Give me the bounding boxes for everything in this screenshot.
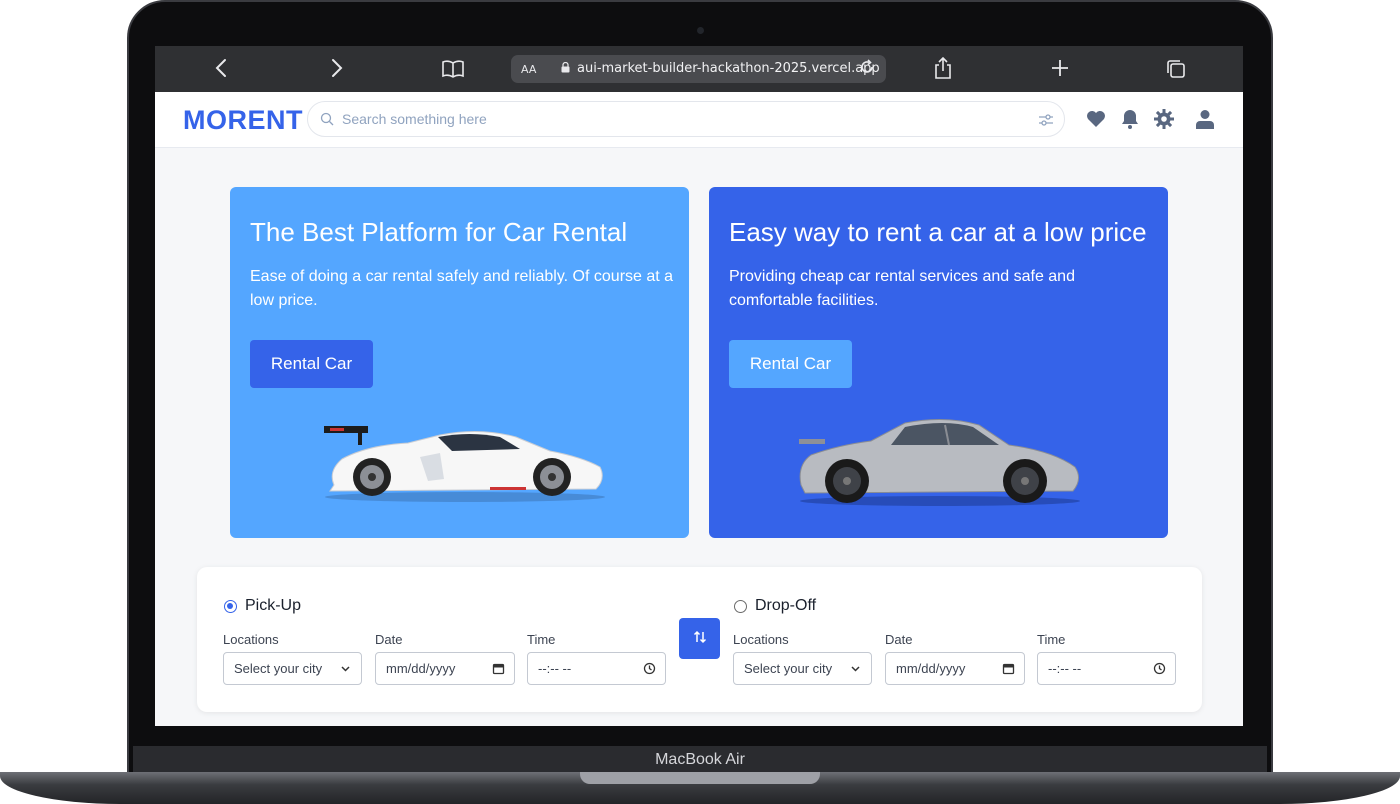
logo[interactable]: MORENT [183, 105, 303, 136]
dropoff-time-input[interactable]: --:-- -- [1037, 652, 1176, 685]
dropoff-radio-row[interactable]: Drop-Off [734, 597, 816, 615]
laptop-base-notch [580, 772, 820, 784]
pickup-radio[interactable] [224, 599, 237, 613]
dropoff-location-value: Select your city [744, 661, 833, 676]
heart-icon[interactable] [1085, 108, 1107, 130]
hero-title: Easy way to rent a car at a low price [729, 217, 1147, 247]
address-bar[interactable]: AA aui-market-builder-hackathon-2025.ver… [511, 55, 886, 83]
clock-icon [1153, 662, 1166, 675]
tabs-overview-icon[interactable] [1166, 59, 1186, 82]
lock-icon [561, 62, 570, 73]
camera [697, 27, 704, 34]
silver-sports-car-image [799, 418, 1080, 506]
pickup-date-value: mm/dd/yyyy [386, 661, 456, 676]
pickup-date-input[interactable]: mm/dd/yyyy [375, 652, 515, 685]
new-tab-icon[interactable] [1051, 59, 1069, 80]
hero-text: Ease of doing a car rental safely and re… [250, 268, 674, 309]
gear-icon[interactable] [1153, 108, 1175, 130]
pickup-location-value: Select your city [234, 661, 323, 676]
search-input[interactable] [342, 109, 1022, 129]
browser-toolbar: AA aui-market-builder-hackathon-2025.ver… [155, 46, 1243, 92]
user-icon[interactable] [1194, 108, 1216, 130]
dropoff-locations-label: Locations [733, 632, 789, 647]
pickup-time-input[interactable]: --:-- -- [527, 652, 666, 685]
url-text: aui-market-builder-hackathon-2025.vercel… [577, 61, 880, 76]
pickup-label: Pick-Up [245, 597, 302, 614]
white-race-car-image [324, 426, 605, 502]
calendar-icon [492, 663, 505, 675]
booking-panel: Pick-Up Locations Select your city Date … [197, 567, 1202, 712]
bookmarks-icon[interactable] [442, 60, 464, 81]
share-icon[interactable] [934, 56, 952, 82]
device-label: MacBook Air [655, 751, 745, 768]
filter-icon[interactable] [1038, 113, 1054, 127]
dropoff-date-input[interactable]: mm/dd/yyyy [885, 652, 1025, 685]
forward-icon[interactable] [331, 58, 343, 81]
dropoff-time-label: Time [1037, 632, 1066, 647]
reload-icon[interactable] [859, 59, 875, 80]
hero-card-low-price: Easy way to rent a car at a low price Pr… [709, 187, 1168, 538]
site-header: MORENT [155, 92, 1243, 148]
dropoff-radio[interactable] [734, 599, 747, 613]
dropoff-location-select[interactable]: Select your city [733, 652, 872, 685]
swap-arrows-icon [693, 630, 706, 644]
screen: AA aui-market-builder-hackathon-2025.ver… [155, 46, 1243, 726]
bell-icon[interactable] [1119, 108, 1141, 130]
pickup-locations-label: Locations [223, 632, 279, 647]
hero-title: The Best Platform for Car Rental [250, 217, 628, 247]
pickup-date-label: Date [375, 632, 403, 647]
pickup-location-select[interactable]: Select your city [223, 652, 362, 685]
dropoff-date-value: mm/dd/yyyy [896, 661, 966, 676]
clock-icon [643, 662, 656, 675]
dropoff-time-value: --:-- -- [1048, 661, 1082, 676]
rental-car-button[interactable]: Rental Car [729, 340, 852, 388]
chevron-down-icon [851, 666, 860, 672]
dropoff-date-label: Date [885, 632, 913, 647]
pickup-time-label: Time [527, 632, 556, 647]
hero-text: Providing cheap car rental services and … [729, 268, 1075, 309]
calendar-icon [1002, 663, 1015, 675]
chevron-down-icon [341, 666, 350, 672]
reader-aa-button[interactable]: AA [521, 63, 536, 76]
laptop-frame: AA aui-market-builder-hackathon-2025.ver… [0, 0, 1400, 804]
search-bar[interactable] [307, 101, 1065, 137]
dropoff-label: Drop-Off [755, 597, 817, 614]
swap-button[interactable] [679, 618, 720, 659]
rental-car-button[interactable]: Rental Car [250, 340, 373, 388]
back-icon[interactable] [215, 58, 227, 81]
search-icon [320, 112, 334, 126]
pickup-radio-row[interactable]: Pick-Up [224, 597, 301, 615]
pickup-time-value: --:-- -- [538, 661, 572, 676]
hero-card-platform: The Best Platform for Car Rental Ease of… [230, 187, 689, 538]
